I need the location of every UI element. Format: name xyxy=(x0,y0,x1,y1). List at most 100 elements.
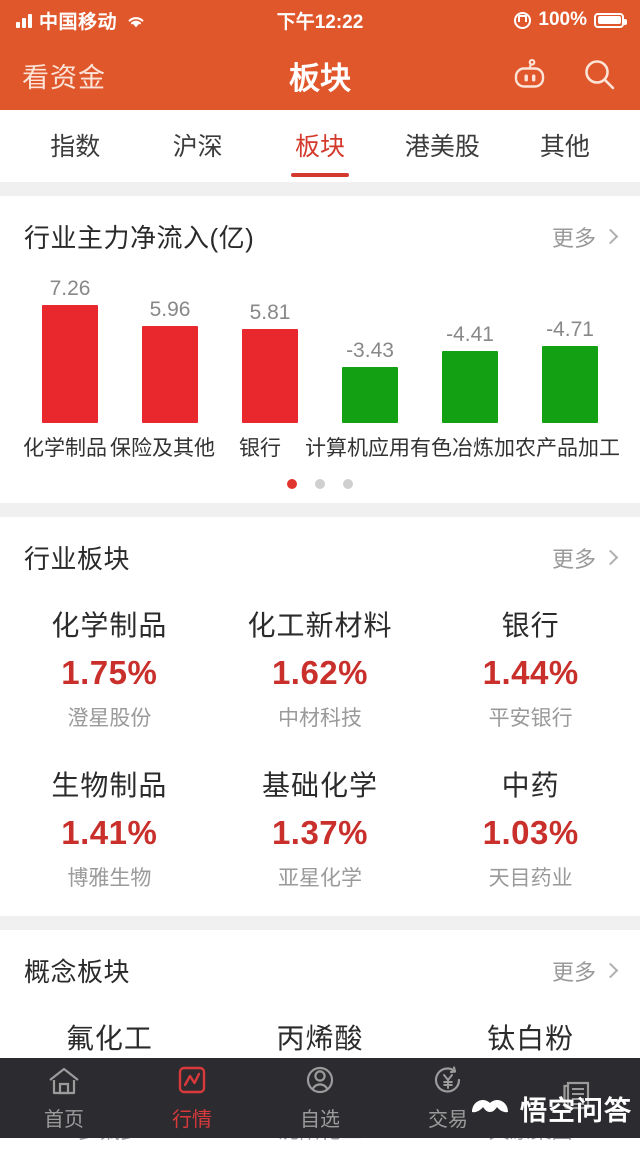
tab-bankuai[interactable]: 板块 xyxy=(259,113,381,179)
market-chart-icon xyxy=(174,1064,210,1098)
fund-flow-more-button[interactable]: 更多 xyxy=(552,221,616,253)
sector-change-percent: 1.62% xyxy=(219,654,422,692)
industry-sector-cell[interactable]: 化学制品 1.75% 澄星股份 xyxy=(4,586,215,746)
bar xyxy=(242,329,298,423)
fund-flow-bar-chart[interactable]: 7.26 5.96 5.81 -3.43 -4.41 -4.71 化学制品保险及其他银行计… xyxy=(10,273,630,463)
nav-item-home[interactable]: 首页 xyxy=(0,1064,128,1132)
bar xyxy=(142,326,198,423)
tab-hushen[interactable]: 沪深 xyxy=(136,113,258,179)
sector-name: 化学制品 xyxy=(8,604,211,644)
sector-name: 化工新材料 xyxy=(219,604,422,644)
status-bar: 中国移动 下午12:22 100% xyxy=(0,0,640,40)
app-screen: 中国移动 下午12:22 100% 看资金 板块 xyxy=(0,0,640,1138)
section-divider-2 xyxy=(0,503,640,517)
rotation-lock-icon xyxy=(514,12,531,29)
pager-dot[interactable] xyxy=(343,479,353,489)
bar-category-label: 农产品加工 xyxy=(515,432,620,462)
nav-label-trade: 交易 xyxy=(428,1103,468,1132)
sector-name: 氟化工 xyxy=(8,1017,211,1057)
industry-sector-cell[interactable]: 生物制品1.41%博雅生物 xyxy=(4,746,215,906)
tab-zhishu[interactable]: 指数 xyxy=(14,113,136,179)
leading-stock-name: 亚星化学 xyxy=(219,862,422,892)
bar-value-label: 5.96 xyxy=(150,298,191,322)
wifi-icon xyxy=(126,13,146,28)
industry-more-button[interactable]: 更多 xyxy=(552,542,616,574)
concept-title: 概念板块 xyxy=(24,952,130,989)
chart-pager-dots[interactable] xyxy=(0,463,640,503)
sector-name: 中药 xyxy=(429,764,632,804)
leading-stock-name: 澄星股份 xyxy=(8,702,211,732)
sector-name: 钛白粉 xyxy=(429,1017,632,1057)
chevron-right-icon xyxy=(603,550,619,566)
bar-column[interactable]: -4.41 xyxy=(420,273,520,423)
bar-column[interactable]: 5.96 xyxy=(120,273,220,423)
fund-flow-card: 行业主力净流入(亿) 更多 7.26 5.96 5.81 -3.43 -4.41 -4.7… xyxy=(0,196,640,503)
bottom-navigation: 首页 行情 自选 xyxy=(0,1058,640,1138)
chevron-right-icon xyxy=(603,963,619,979)
industry-sector-cell[interactable]: 银行1.44%平安银行 xyxy=(425,586,636,746)
yen-refresh-icon xyxy=(430,1064,466,1098)
bar xyxy=(542,346,598,423)
bar-column[interactable]: -4.71 xyxy=(520,273,620,423)
watermark-text: 悟空问答 xyxy=(520,1089,632,1128)
bar-value-label: -3.43 xyxy=(346,339,394,363)
app-header: 看资金 板块 xyxy=(0,40,640,110)
battery-icon xyxy=(594,13,624,28)
leading-stock-name: 天目药业 xyxy=(429,862,632,892)
section-divider xyxy=(0,182,640,196)
status-bar-left: 中国移动 xyxy=(16,7,146,34)
bar-value-label: 7.26 xyxy=(50,277,91,301)
industry-sector-cell[interactable]: 化工新材料 1.62% 中材科技 xyxy=(215,586,426,746)
more-label: 更多 xyxy=(552,221,596,253)
nav-label-home: 首页 xyxy=(44,1103,84,1132)
industry-header: 行业板块 更多 xyxy=(0,517,640,586)
nav-item-watchlist[interactable]: 自选 xyxy=(256,1064,384,1132)
carrier-label: 中国移动 xyxy=(39,7,117,34)
bar-category-labels: 化学制品保险及其他银行计算机应用有色冶炼加农产品加工 xyxy=(10,432,630,462)
leading-stock-name: 平安银行 xyxy=(429,702,632,732)
tab-gangmeigu[interactable]: 港美股 xyxy=(381,113,503,179)
bar-column[interactable]: 7.26 xyxy=(20,273,120,423)
concept-more-button[interactable]: 更多 xyxy=(552,955,616,987)
industry-sector-cell[interactable]: 中药1.03%天目药业 xyxy=(425,746,636,906)
leading-stock-name: 中材科技 xyxy=(219,702,422,732)
more-label: 更多 xyxy=(552,542,596,574)
signal-icon xyxy=(16,13,32,28)
watermark: 悟空问答 xyxy=(468,1089,632,1128)
fund-flow-header: 行业主力净流入(亿) 更多 xyxy=(0,196,640,265)
battery-percent-label: 100% xyxy=(538,9,587,31)
bar xyxy=(442,351,498,423)
more-label: 更多 xyxy=(552,955,596,987)
section-divider-3 xyxy=(0,916,640,930)
sector-change-percent: 1.75% xyxy=(8,654,211,692)
sector-name: 基础化学 xyxy=(219,764,422,804)
industry-sector-cell[interactable]: 基础化学1.37%亚星化学 xyxy=(215,746,426,906)
pager-dot[interactable] xyxy=(315,479,325,489)
bar xyxy=(342,367,398,423)
header-left-action[interactable]: 看资金 xyxy=(22,56,106,95)
sector-name: 生物制品 xyxy=(8,764,211,804)
bar-column[interactable]: -3.43 xyxy=(320,273,420,423)
robot-icon[interactable] xyxy=(510,57,550,93)
fund-flow-title: 行业主力净流入(亿) xyxy=(24,218,254,255)
pager-dot[interactable] xyxy=(287,479,297,489)
status-bar-right: 100% xyxy=(514,9,624,31)
bar-category-label: 有色冶炼加 xyxy=(410,432,515,462)
industry-grid: 化学制品 1.75% 澄星股份 化工新材料 1.62% 中材科技银行1.44%平安银行生物… xyxy=(0,586,640,916)
bar-category-label: 计算机应用 xyxy=(305,432,410,462)
header-actions xyxy=(510,57,618,93)
bar-category-label: 化学制品 xyxy=(20,432,110,462)
tab-qita[interactable]: 其他 xyxy=(504,113,626,179)
nav-label-market: 行情 xyxy=(172,1103,212,1132)
search-icon[interactable] xyxy=(582,57,618,93)
industry-sector-card: 行业板块 更多 化学制品 1.75% 澄星股份 化工新材料 1.62% 中材科技银行1.4… xyxy=(0,517,640,916)
bar xyxy=(42,305,98,423)
bar-category-label: 银行 xyxy=(215,432,305,462)
nav-item-market[interactable]: 行情 xyxy=(128,1064,256,1132)
concept-header: 概念板块 更多 xyxy=(0,930,640,999)
sector-change-percent: 1.41% xyxy=(8,814,211,852)
bar-column[interactable]: 5.81 xyxy=(220,273,320,423)
bar-category-label: 保险及其他 xyxy=(110,432,215,462)
bar-value-label: -4.71 xyxy=(546,318,594,342)
bar-value-label: 5.81 xyxy=(250,301,291,325)
